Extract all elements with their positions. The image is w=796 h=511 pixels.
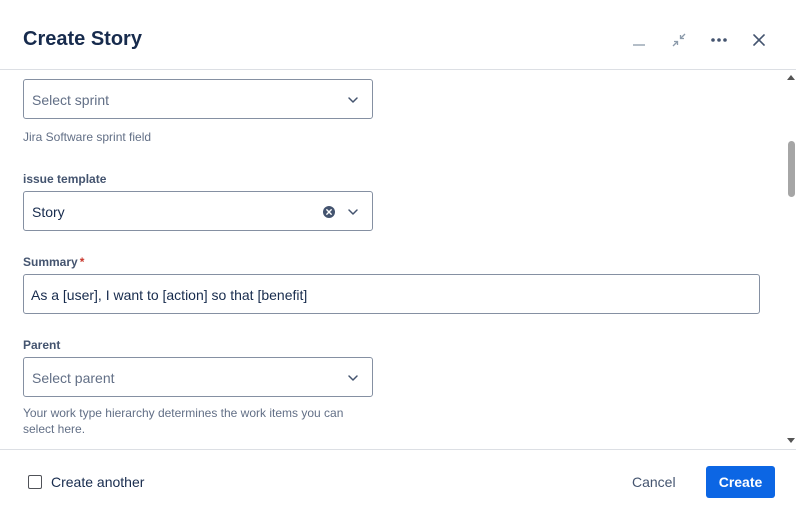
- scroll-up-arrow-icon[interactable]: [787, 75, 795, 80]
- collapse-arrows-icon: [672, 33, 686, 47]
- more-horizontal-icon: [711, 38, 727, 42]
- cancel-button[interactable]: Cancel: [620, 466, 688, 498]
- issue-template-label: issue template: [23, 172, 107, 186]
- chevron-down-icon: [348, 375, 358, 381]
- scroll-thumb[interactable]: [788, 141, 795, 197]
- minimize-icon: [633, 44, 645, 46]
- form-body: Select sprint Jira Software sprint field…: [0, 71, 796, 449]
- more-options-button[interactable]: [704, 25, 734, 55]
- chevron-down-icon: [348, 209, 358, 215]
- create-another-checkbox[interactable]: [28, 475, 42, 489]
- sprint-select[interactable]: Select sprint: [23, 79, 373, 119]
- chevron-down-icon: [348, 97, 358, 103]
- required-marker: *: [79, 255, 85, 269]
- parent-select[interactable]: Select parent: [23, 357, 373, 397]
- collapse-button[interactable]: [664, 25, 694, 55]
- dialog-title: Create Story: [23, 28, 142, 50]
- parent-helper-line-2: select here.: [23, 422, 86, 436]
- issue-template-value: Story: [32, 204, 65, 220]
- create-another-label[interactable]: Create another: [51, 474, 144, 490]
- sprint-placeholder: Select sprint: [32, 92, 110, 108]
- scroll-down-arrow-icon[interactable]: [787, 438, 795, 443]
- dialog-header: Create Story: [0, 0, 796, 70]
- create-button[interactable]: Create: [706, 466, 775, 498]
- summary-input[interactable]: As a [user], I want to [action] so that …: [23, 274, 760, 314]
- summary-label: Summary *: [23, 255, 84, 269]
- summary-value: As a [user], I want to [action] so that …: [31, 287, 308, 303]
- parent-placeholder: Select parent: [32, 370, 115, 386]
- issue-template-select[interactable]: Story: [23, 191, 373, 231]
- close-button[interactable]: [744, 25, 774, 55]
- parent-helper-line-1: Your work type hierarchy determines the …: [23, 406, 344, 420]
- minimize-button[interactable]: [624, 25, 654, 55]
- summary-label-text: Summary: [23, 255, 78, 269]
- close-icon: [753, 34, 765, 46]
- sprint-helper-text: Jira Software sprint field: [23, 130, 152, 144]
- parent-label: Parent: [23, 338, 61, 352]
- clear-icon[interactable]: [322, 205, 336, 219]
- form-scrollbar[interactable]: [786, 71, 796, 449]
- dialog-footer: Create another Cancel Create: [0, 449, 796, 511]
